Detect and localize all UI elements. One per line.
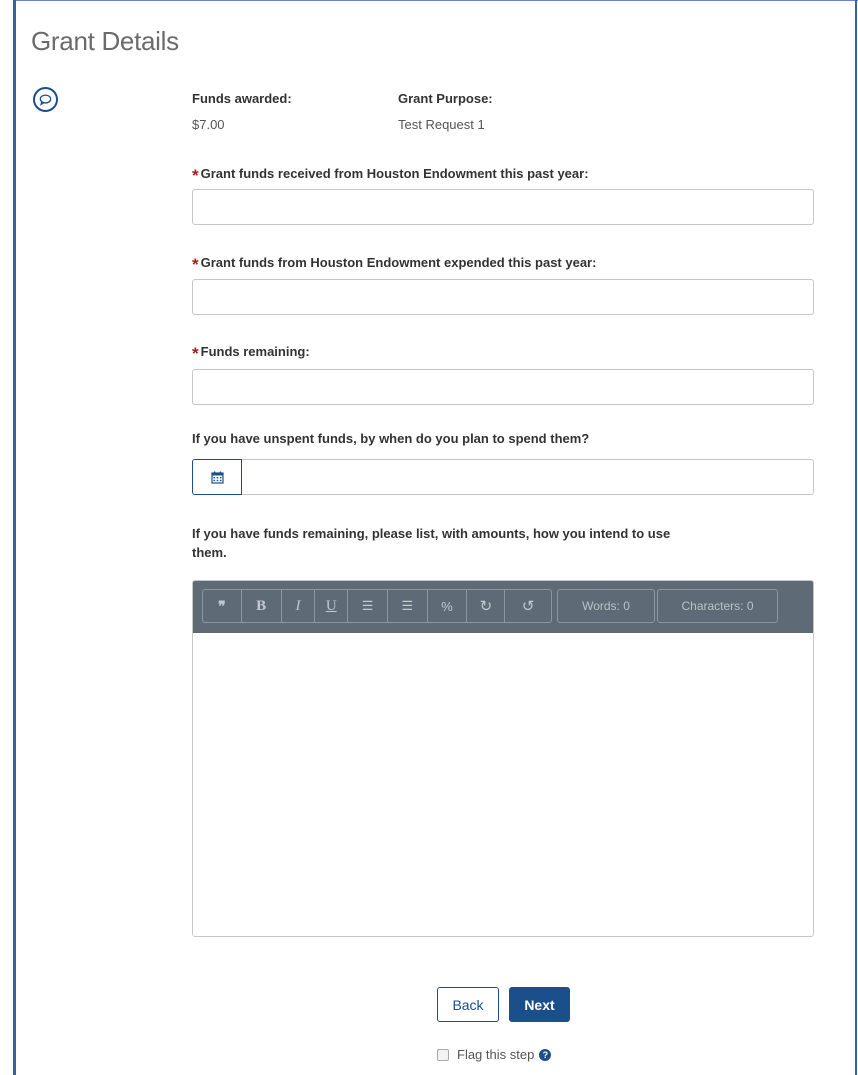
rich-text-editor: ❞ B I U ☰ ☰ % ↻ ↺ Words: 0 Characters: 0 [192, 580, 814, 937]
quote-icon: ❞ [218, 597, 226, 614]
grant-purpose-label: Grant Purpose: [398, 91, 493, 106]
next-button[interactable]: Next [509, 987, 570, 1022]
bullet-list-icon: ☰ [361, 598, 374, 613]
funds-awarded-block: Funds awarded: $7.00 [192, 91, 292, 132]
flag-step-checkbox[interactable] [437, 1048, 449, 1061]
window-left-border [13, 0, 16, 1075]
funds-remaining-input[interactable] [192, 369, 814, 405]
character-count: Characters: 0 [681, 599, 754, 613]
window-right-border [855, 0, 857, 1075]
calendar-icon [210, 471, 224, 484]
window-top-border [13, 0, 858, 1]
editor-toolbar: ❞ B I U ☰ ☰ % ↻ ↺ Words: 0 Characters: 0 [193, 581, 813, 633]
help-icon[interactable]: ? [539, 1048, 552, 1061]
quote-button[interactable]: ❞ [203, 590, 242, 622]
required-marker: * [192, 166, 199, 185]
funds-awarded-label: Funds awarded: [192, 91, 292, 106]
use-plan-label-line1: If you have funds remaining, please list… [192, 526, 671, 541]
underline-button[interactable]: U [315, 590, 349, 622]
bold-icon: B [256, 597, 267, 614]
expended-label-text: Grant funds from Houston Endowment expen… [200, 255, 597, 270]
link-icon: % [441, 598, 453, 614]
undo-button[interactable]: ↺ [505, 590, 551, 622]
remaining-label: * Funds remaining: [192, 341, 310, 363]
expended-label: * Grant funds from Houston Endowment expe… [192, 252, 597, 274]
word-count-box: Words: 0 [557, 589, 655, 623]
spend-date-field [192, 459, 814, 495]
redo-button[interactable]: ↻ [467, 590, 506, 622]
word-count: Words: 0 [582, 599, 630, 613]
remaining-label-text: Funds remaining: [200, 344, 310, 359]
use-plan-label-line2: them. [192, 545, 227, 560]
back-button[interactable]: Back [437, 987, 499, 1022]
character-count-box: Characters: 0 [657, 589, 778, 623]
funds-awarded-value: $7.00 [192, 117, 225, 132]
use-plan-label: If you have funds remaining, please list… [192, 524, 670, 562]
speech-bubble-icon [39, 94, 52, 106]
redo-icon: ↻ [479, 598, 493, 615]
funds-received-input[interactable] [192, 189, 814, 225]
spend-date-input[interactable] [242, 459, 814, 495]
flag-step-row: Flag this step ? [437, 1047, 552, 1062]
funds-expended-input[interactable] [192, 279, 814, 315]
page-title: Grant Details [31, 26, 179, 56]
received-label: * Grant funds received from Houston Endow… [192, 163, 589, 185]
link-button[interactable]: % [428, 590, 468, 622]
grant-purpose-block: Grant Purpose: Test Request 1 [398, 91, 493, 132]
bold-button[interactable]: B [242, 590, 282, 622]
date-picker-button[interactable] [192, 459, 242, 495]
received-label-text: Grant funds received from Houston Endowm… [200, 166, 589, 181]
editor-content-area[interactable] [193, 633, 813, 936]
undo-icon: ↺ [521, 598, 535, 615]
required-marker: * [192, 255, 199, 274]
required-marker: * [192, 344, 199, 363]
flag-step-label: Flag this step [457, 1047, 535, 1062]
grant-purpose-value: Test Request 1 [398, 117, 485, 132]
numbered-list-icon: ☰ [401, 598, 414, 613]
italic-icon: I [295, 597, 301, 614]
formatting-button-group: ❞ B I U ☰ ☰ % ↻ ↺ [202, 589, 552, 623]
numbered-list-button[interactable]: ☰ [388, 590, 428, 622]
underline-icon: U [325, 597, 337, 614]
comment-button[interactable] [33, 87, 58, 112]
spend-date-label: If you have unspent funds, by when do yo… [192, 431, 590, 446]
italic-button[interactable]: I [282, 590, 316, 622]
bullet-list-button[interactable]: ☰ [348, 590, 388, 622]
